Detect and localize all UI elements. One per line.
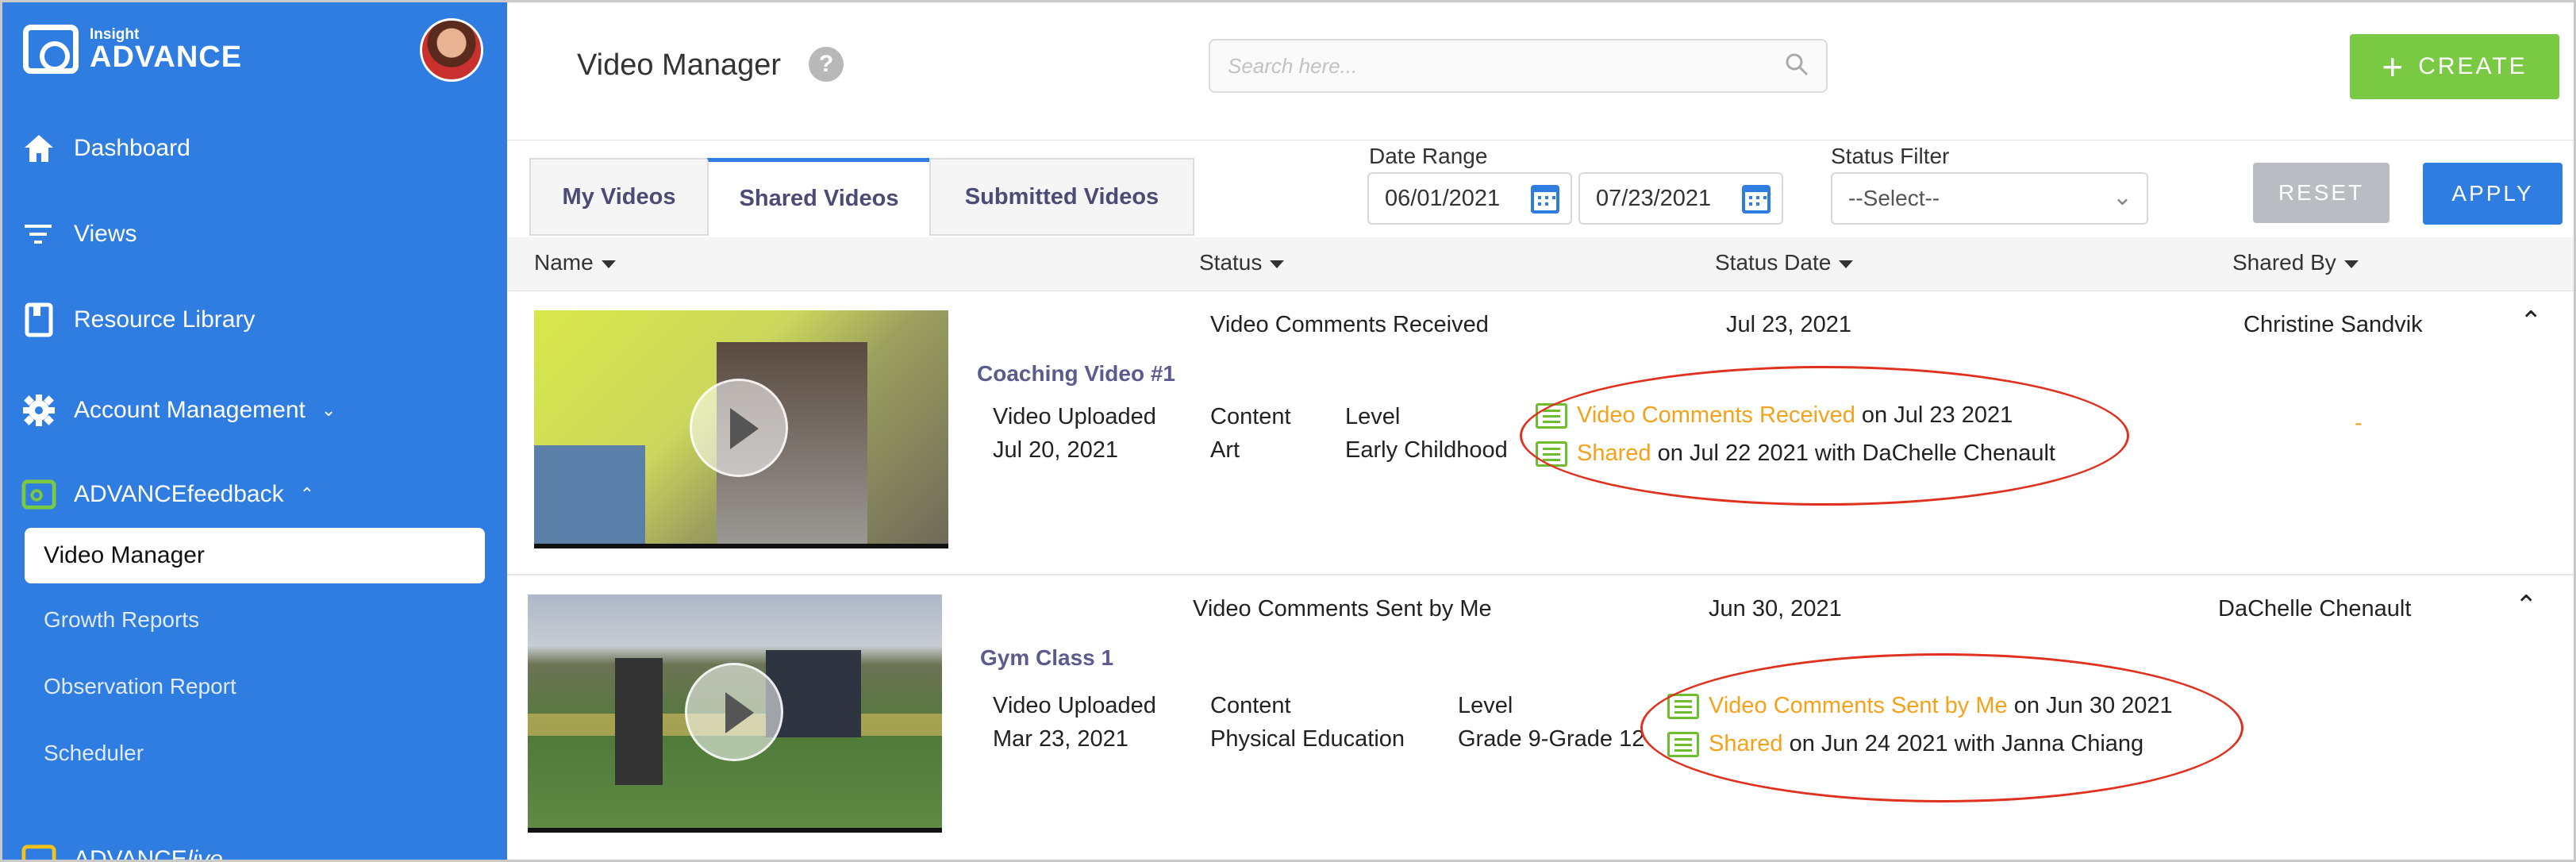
sidebar-item-label: Views <box>74 221 137 247</box>
sidebar-item-growth-reports[interactable]: Growth Reports <box>44 607 199 633</box>
content-label: Content <box>1210 404 1291 429</box>
status-text: Video Comments Received <box>1210 312 1489 337</box>
calendar-icon[interactable] <box>1531 185 1559 214</box>
video-thumbnail[interactable] <box>534 310 948 548</box>
logo-icon <box>23 25 79 74</box>
table-row[interactable]: Video Comments Sent by Me Jun 30, 2021 D… <box>507 575 2574 860</box>
main-content: Video Manager ? + CREATE My Videos Share… <box>507 2 2574 860</box>
search-icon[interactable] <box>1785 52 1809 80</box>
header: Video Manager ? + CREATE <box>507 2 2574 140</box>
start-date-value: 06/01/2021 <box>1385 185 1501 211</box>
tab-shared-videos[interactable]: Shared Videos <box>707 158 931 236</box>
sidebar-item-label: Dashboard <box>74 135 190 161</box>
highlight-ellipse <box>1520 366 2129 506</box>
sidebar-item-label: ADVANCEfeedback <box>74 481 284 507</box>
sidebar-item-dashboard[interactable]: Dashboard <box>21 131 190 166</box>
search-box <box>1209 39 1828 93</box>
column-status[interactable]: Status <box>1199 250 1285 275</box>
chevron-down-icon: ⌄ <box>321 400 336 420</box>
chevron-up-icon[interactable]: ⌃ <box>2515 590 2538 621</box>
sidebar-item-label: ADVANCElive <box>74 846 223 862</box>
play-icon[interactable] <box>690 379 788 477</box>
sidebar-item-label: Account Management <box>74 397 306 423</box>
column-name[interactable]: Name <box>534 250 616 275</box>
table-row[interactable]: Video Comments Received Jul 23, 2021 Chr… <box>507 291 2574 574</box>
start-date-field[interactable]: 06/01/2021 <box>1367 172 1572 225</box>
placeholder-dash: - <box>2355 410 2363 436</box>
content-label: Content <box>1210 693 1291 718</box>
status-text: Video Comments Sent by Me <box>1193 596 1492 621</box>
sidebar: Insight ADVANCE Dashboard Views Resource… <box>2 2 507 862</box>
advancefeedback-icon <box>21 477 56 512</box>
logo-big-text: ADVANCE <box>90 40 243 74</box>
video-tabs: My Videos Shared Videos Submitted Videos <box>529 158 1194 236</box>
sort-caret-icon <box>1270 260 1285 268</box>
filter-lines-icon <box>21 217 56 252</box>
create-button[interactable]: + CREATE <box>2350 34 2559 99</box>
column-shared-by[interactable]: Shared By <box>2232 250 2359 275</box>
sort-caret-icon <box>601 260 616 268</box>
status-date: Jun 30, 2021 <box>1709 596 1842 621</box>
status-date: Jul 23, 2021 <box>1726 312 1852 337</box>
shared-by: DaChelle Chenault <box>2218 596 2412 621</box>
plus-icon: + <box>2382 46 2406 87</box>
chevron-down-icon: ⌄ <box>2112 184 2132 210</box>
end-date-value: 07/23/2021 <box>1596 185 1712 211</box>
column-status-date[interactable]: Status Date <box>1715 250 1854 275</box>
advancelive-icon <box>21 842 56 860</box>
reset-button[interactable]: RESET <box>2253 163 2390 223</box>
level-label: Level <box>1458 693 1513 718</box>
status-filter-label: Status Filter <box>1831 144 1950 168</box>
chevron-down-icon: ⌄ <box>238 849 254 862</box>
avatar[interactable] <box>420 18 483 82</box>
uploaded-label: Video Uploaded <box>993 404 1156 429</box>
sidebar-item-advancefeedback[interactable]: ADVANCEfeedback ⌃ <box>21 477 314 512</box>
logo[interactable]: Insight ADVANCE <box>23 25 242 74</box>
create-label: CREATE <box>2418 53 2528 79</box>
level-value: Early Childhood <box>1345 437 1508 463</box>
chevron-up-icon: ⌃ <box>299 484 315 504</box>
end-date-field[interactable]: 07/23/2021 <box>1578 172 1783 225</box>
uploaded-date: Jul 20, 2021 <box>993 437 1119 463</box>
sidebar-item-account-management[interactable]: Account Management ⌄ <box>21 393 336 428</box>
book-icon <box>21 302 56 337</box>
tab-submitted-videos[interactable]: Submitted Videos <box>929 158 1194 236</box>
page-title: Video Manager <box>577 48 782 82</box>
sidebar-item-video-manager[interactable]: Video Manager <box>25 528 485 583</box>
highlight-ellipse <box>1640 653 2243 802</box>
video-thumbnail[interactable] <box>528 595 942 833</box>
content-value: Art <box>1210 437 1240 463</box>
sidebar-item-scheduler[interactable]: Scheduler <box>44 741 144 766</box>
status-filter-value: --Select-- <box>1848 186 1940 210</box>
chevron-up-icon[interactable]: ⌃ <box>2520 306 2543 337</box>
sidebar-item-views[interactable]: Views <box>21 217 136 252</box>
video-title[interactable]: Gym Class 1 <box>980 645 1113 671</box>
shared-by: Christine Sandvik <box>2243 312 2423 337</box>
uploaded-label: Video Uploaded <box>993 693 1156 718</box>
date-range-label: Date Range <box>1369 144 1488 168</box>
level-label: Level <box>1345 404 1401 429</box>
level-value: Grade 9-Grade 12 <box>1458 726 1645 752</box>
search-input[interactable] <box>1228 53 1785 79</box>
sort-caret-icon <box>2343 260 2359 268</box>
play-icon[interactable] <box>685 663 783 761</box>
sidebar-item-label: Resource Library <box>74 306 256 333</box>
logo-small-text: Insight <box>90 25 140 43</box>
app-window: Insight ADVANCE Dashboard Views Resource… <box>0 0 2576 862</box>
content-value: Physical Education <box>1210 726 1405 752</box>
calendar-icon[interactable] <box>1742 185 1771 214</box>
sidebar-item-advancelive[interactable]: ADVANCElive ⌄ <box>21 842 254 862</box>
home-icon <box>21 131 56 166</box>
video-title[interactable]: Coaching Video #1 <box>977 361 1175 387</box>
table-header: Name Status Status Date Shared By <box>507 237 2574 291</box>
sort-caret-icon <box>1839 260 1854 268</box>
tab-my-videos[interactable]: My Videos <box>529 158 709 236</box>
uploaded-date: Mar 23, 2021 <box>993 726 1128 752</box>
status-filter-select[interactable]: --Select-- ⌄ <box>1831 172 2148 225</box>
sidebar-item-observation-report[interactable]: Observation Report <box>44 674 236 699</box>
help-icon[interactable]: ? <box>809 47 844 82</box>
gear-icon <box>21 393 56 428</box>
sidebar-item-resource-library[interactable]: Resource Library <box>21 302 255 337</box>
apply-button[interactable]: APPLY <box>2423 163 2563 225</box>
